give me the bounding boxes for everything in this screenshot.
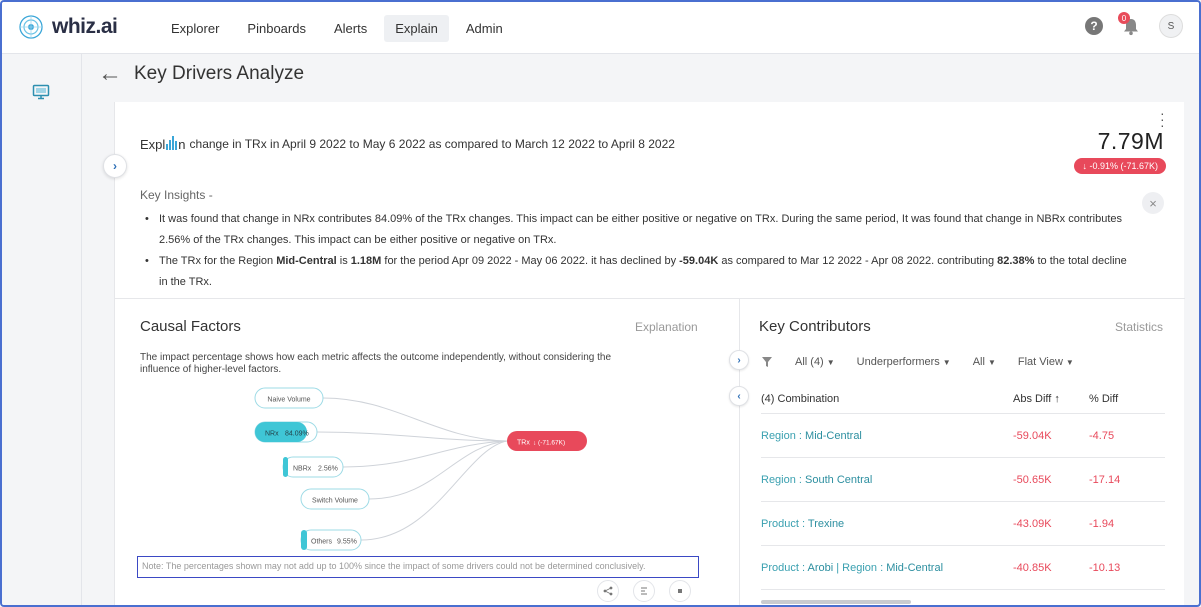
- notification-badge: 0: [1118, 12, 1130, 24]
- causal-graph: Naive Volume NRx 84.09% NBRx 2.56% Switc…: [254, 387, 587, 551]
- section-divider: [115, 298, 1185, 299]
- svg-text:9.55%: 9.55%: [337, 539, 357, 546]
- insight-item: The TRx for the Region Mid-Central is 1.…: [145, 251, 1137, 293]
- nav-menu: Explorer Pinboards Alerts Explain Admin: [160, 15, 514, 42]
- table-row[interactable]: Region : Mid-Central -59.04K -4.75: [761, 414, 1165, 458]
- column-abs-diff[interactable]: Abs Diff ↑: [1013, 393, 1089, 405]
- svg-text:NRx: NRx: [265, 431, 279, 438]
- explanation-link[interactable]: Explanation: [635, 320, 698, 334]
- explain-description: change in TRx in April 9 2022 to May 6 2…: [189, 137, 675, 151]
- app-window: whiz.ai Explorer Pinboards Alerts Explai…: [0, 0, 1201, 607]
- explain-bars-icon: [166, 136, 178, 150]
- node-trx-target[interactable]: TRx ↓ (-71.67K): [507, 431, 587, 451]
- top-navigation: whiz.ai Explorer Pinboards Alerts Explai…: [2, 2, 1199, 54]
- view-dropdown[interactable]: Flat View ▼: [1018, 356, 1074, 368]
- node-nbrx[interactable]: NBRx 2.56%: [282, 456, 344, 478]
- horizontal-scrollbar[interactable]: [761, 600, 911, 604]
- svg-text:TRx: TRx: [517, 440, 530, 447]
- nav-actions: ? 0 S: [1085, 12, 1183, 38]
- align-icon[interactable]: [633, 580, 655, 602]
- nav-pinboards[interactable]: Pinboards: [236, 15, 317, 42]
- svg-text:↓ (-71.67K): ↓ (-71.67K): [533, 440, 565, 447]
- whiz-logo-icon: [19, 15, 43, 39]
- sort-up-icon: ↑: [1054, 392, 1060, 405]
- column-combination[interactable]: (4) Combination: [761, 393, 1013, 405]
- graph-edges: [316, 397, 508, 541]
- nav-explain[interactable]: Explain: [384, 15, 449, 42]
- chevron-left-icon[interactable]: ‹: [729, 386, 749, 406]
- column-pct-diff[interactable]: % Diff: [1089, 393, 1165, 405]
- user-avatar[interactable]: S: [1159, 14, 1183, 38]
- table-header: (4) Combination Abs Diff ↑ % Diff: [761, 384, 1165, 414]
- svg-text:Naive Volume: Naive Volume: [267, 397, 310, 404]
- column-divider: [739, 298, 740, 605]
- nav-alerts[interactable]: Alerts: [323, 15, 378, 42]
- explain-logo: Expl n: [140, 136, 186, 152]
- page-title: Key Drivers Analyze: [134, 63, 305, 84]
- node-others[interactable]: Others 9.55%: [300, 529, 362, 551]
- svg-text:NBRx: NBRx: [293, 466, 312, 473]
- node-naive-volume[interactable]: Naive Volume: [254, 387, 324, 409]
- insight-item: It was found that change in NRx contribu…: [145, 209, 1137, 251]
- left-sidebar: [2, 54, 82, 605]
- graph-toolbar: [597, 580, 691, 602]
- stop-icon[interactable]: [669, 580, 691, 602]
- table-row[interactable]: Product : Trexine -43.09K -1.94: [761, 502, 1165, 546]
- explain-summary: Expl n change in TRx in April 9 2022 to …: [140, 136, 675, 152]
- statistics-link[interactable]: Statistics: [1115, 320, 1163, 334]
- close-icon[interactable]: ×: [1142, 192, 1164, 214]
- contributors-table: (4) Combination Abs Diff ↑ % Diff Region…: [761, 384, 1165, 590]
- causal-description: The impact percentage shows how each met…: [140, 352, 612, 375]
- table-row[interactable]: Region : South Central -50.65K -17.14: [761, 458, 1165, 502]
- causal-factors-title: Causal Factors: [140, 318, 241, 335]
- analysis-card: · · · › Expl n change in TRx in April 9 20…: [103, 102, 1185, 605]
- metric-delta-badge: ↓ -0.91% (-71.67K): [1074, 158, 1166, 174]
- key-contributors-title: Key Contributors: [759, 318, 871, 335]
- logo[interactable]: whiz.ai: [18, 14, 118, 40]
- svg-text:84.09%: 84.09%: [285, 431, 309, 438]
- insights-list: It was found that change in NRx contribu…: [145, 209, 1137, 293]
- svg-text:Others: Others: [311, 539, 333, 546]
- table-row[interactable]: Product : Arobi | Region : Mid-Central -…: [761, 546, 1165, 590]
- chevron-right-icon[interactable]: ›: [729, 350, 749, 370]
- metric-value: 7.79M: [1097, 128, 1164, 154]
- nav-explorer[interactable]: Explorer: [160, 15, 230, 42]
- node-nrx[interactable]: NRx 84.09%: [254, 421, 318, 443]
- help-icon[interactable]: ?: [1085, 17, 1103, 35]
- nav-admin[interactable]: Admin: [455, 15, 514, 42]
- more-options-icon[interactable]: · · ·: [1160, 106, 1165, 132]
- node-switch-volume[interactable]: Switch Volume: [300, 488, 370, 510]
- filter-all-dropdown[interactable]: All (4) ▼: [795, 356, 835, 368]
- filter-icon[interactable]: [761, 356, 773, 368]
- contributors-filters: All (4) ▼ Underperformers ▼ All ▼ Flat View…: [761, 356, 1074, 368]
- explain-logo-prefix: Expl: [140, 137, 166, 152]
- notifications-button[interactable]: 0: [1118, 12, 1141, 36]
- scope-dropdown[interactable]: All ▼: [973, 356, 996, 368]
- svg-text:Switch Volume: Switch Volume: [312, 498, 358, 505]
- percentage-note: Note: The percentages shown may not add …: [137, 556, 699, 578]
- page-header: ← Key Drivers Analyze: [98, 60, 304, 88]
- explain-logo-suffix: n: [178, 137, 186, 152]
- insights-label: Key Insights -: [140, 188, 213, 202]
- logo-text: whiz.ai: [52, 15, 118, 38]
- performance-dropdown[interactable]: Underperformers ▼: [857, 356, 951, 368]
- monitor-icon[interactable]: [32, 84, 50, 103]
- svg-text:2.56%: 2.56%: [318, 466, 338, 473]
- expand-sidebar-button[interactable]: ›: [103, 154, 127, 178]
- share-icon[interactable]: [597, 580, 619, 602]
- back-arrow-icon[interactable]: ←: [98, 60, 122, 88]
